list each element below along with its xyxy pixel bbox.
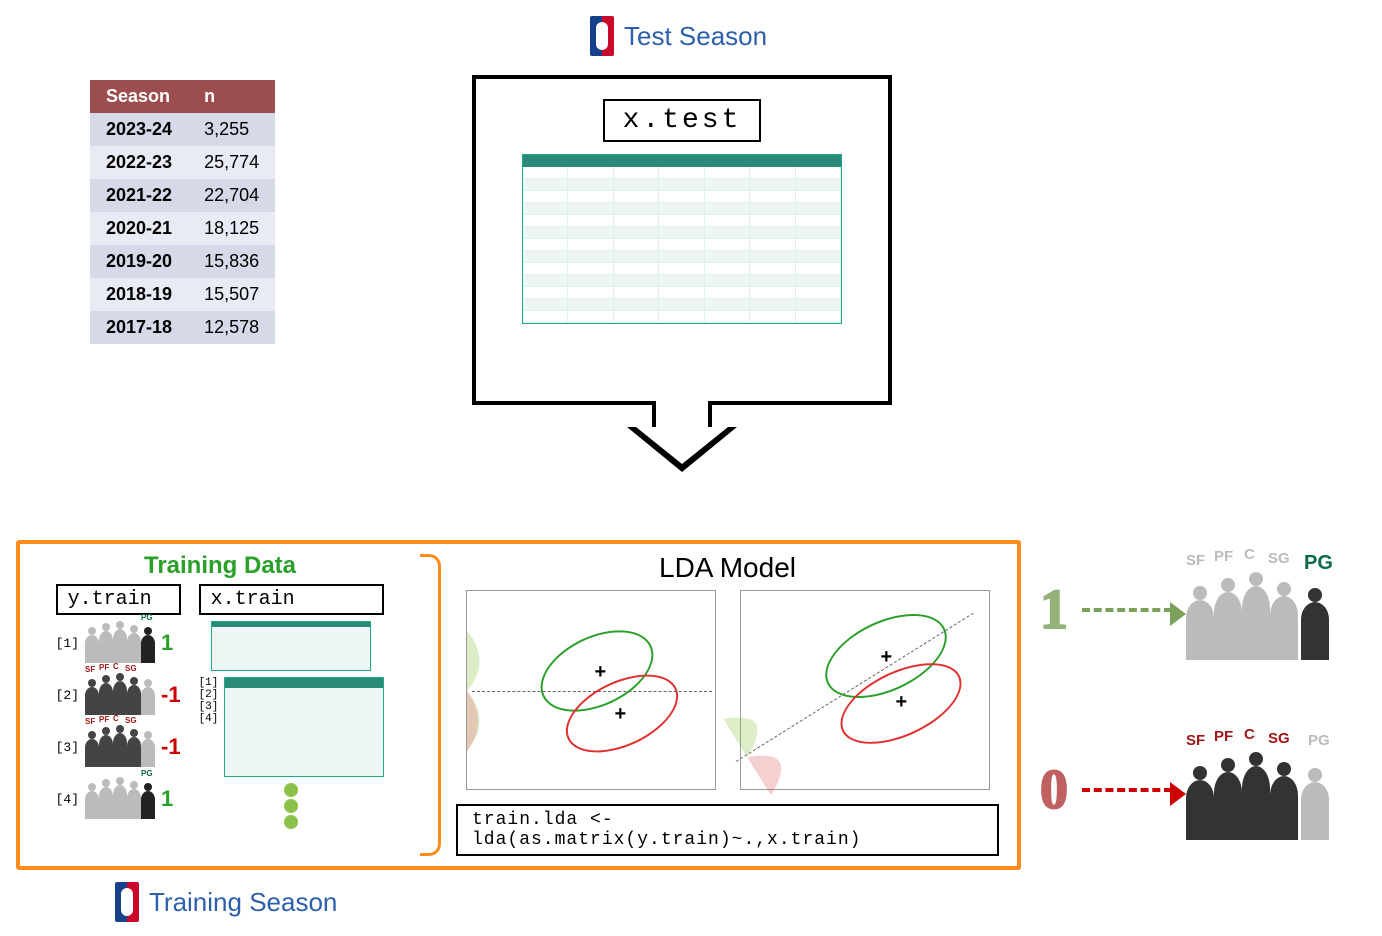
n-cell: 3,255: [188, 113, 275, 146]
xtest-frame: x.test: [472, 75, 892, 405]
lda-model-panel: LDA Model + + + +: [438, 544, 1017, 866]
output-class-0: 0 SF PF C SG PG: [1040, 740, 1346, 840]
output-0-label: 0: [1040, 758, 1068, 822]
n-cell: 22,704: [188, 179, 275, 212]
xtrain-label: x.train: [199, 584, 385, 615]
training-season-label: Training Season: [115, 882, 337, 922]
season-header: Season: [90, 80, 188, 113]
arrow-right-icon: [1082, 788, 1172, 792]
lda-plot-1: + +: [466, 590, 716, 790]
lda-plot-2: + +: [740, 590, 990, 790]
xtrain-column: x.train [1] [2] [3] [4]: [199, 584, 385, 829]
player-silhouettes-icon: SF PF C SG: [85, 675, 155, 715]
training-season-text: Training Season: [149, 887, 337, 918]
ytrain-row: [4] PG 1: [56, 779, 181, 819]
player-silhouettes-icon: PG: [85, 779, 155, 819]
xtrain-mini-table: [224, 677, 384, 777]
n-cell: 12,578: [188, 311, 275, 344]
season-cell: 2023-24: [90, 113, 188, 146]
xtest-block: x.test: [472, 75, 892, 460]
season-cell: 2019-20: [90, 245, 188, 278]
xtrain-index: [1] [2] [3] [4]: [199, 677, 219, 725]
season-cell: 2021-22: [90, 179, 188, 212]
season-cell: 2017-18: [90, 311, 188, 344]
team-silhouette-neg: SF PF C SG PG: [1186, 740, 1346, 840]
output-class-1: 1 SF PF C SG PG: [1040, 560, 1346, 660]
xtest-label: x.test: [603, 99, 762, 142]
n-cell: 15,507: [188, 278, 275, 311]
ytrain-column: y.train [1] PG 1: [56, 584, 181, 829]
nba-logo-icon: [115, 882, 139, 922]
test-season-label: Test Season: [590, 16, 767, 56]
lda-code: train.lda <- lda(as.matrix(y.train)~.,x.…: [456, 804, 999, 856]
bracket-icon: [420, 544, 438, 866]
output-1-label: 1: [1040, 578, 1068, 642]
test-season-text: Test Season: [624, 21, 767, 52]
team-silhouette-pos: SF PF C SG PG: [1186, 560, 1346, 660]
ytrain-row: [1] PG 1: [56, 623, 181, 663]
n-cell: 18,125: [188, 212, 275, 245]
training-lda-block: Training Data y.train [1] PG: [16, 540, 1021, 870]
xtrain-mini-table: [211, 621, 371, 671]
distribution-icon: [723, 677, 839, 796]
training-data-title: Training Data: [28, 552, 412, 580]
lda-title: LDA Model: [659, 552, 796, 584]
season-cell: 2022-23: [90, 146, 188, 179]
season-cell: 2020-21: [90, 212, 188, 245]
dots-icon: [284, 783, 298, 829]
ytrain-row: [3] SF PF C SG -1: [56, 727, 181, 767]
n-cell: 25,774: [188, 146, 275, 179]
season-cell: 2018-19: [90, 278, 188, 311]
season-n-table: Season n 2023-243,255 2022-2325,774 2021…: [90, 80, 275, 344]
ytrain-row: [2] SF PF C SG -1: [56, 675, 181, 715]
n-cell: 15,836: [188, 245, 275, 278]
arrow-down-head-icon: [627, 427, 737, 472]
player-silhouettes-icon: PG: [85, 623, 155, 663]
training-data-panel: Training Data y.train [1] PG: [20, 544, 420, 866]
xtest-mini-table: [522, 154, 842, 324]
ytrain-label: y.train: [56, 584, 181, 615]
n-header: n: [188, 80, 275, 113]
arrow-right-icon: [1082, 608, 1172, 612]
distribution-icon: [467, 631, 497, 751]
player-silhouettes-icon: SF PF C SG: [85, 727, 155, 767]
nba-logo-icon: [590, 16, 614, 56]
